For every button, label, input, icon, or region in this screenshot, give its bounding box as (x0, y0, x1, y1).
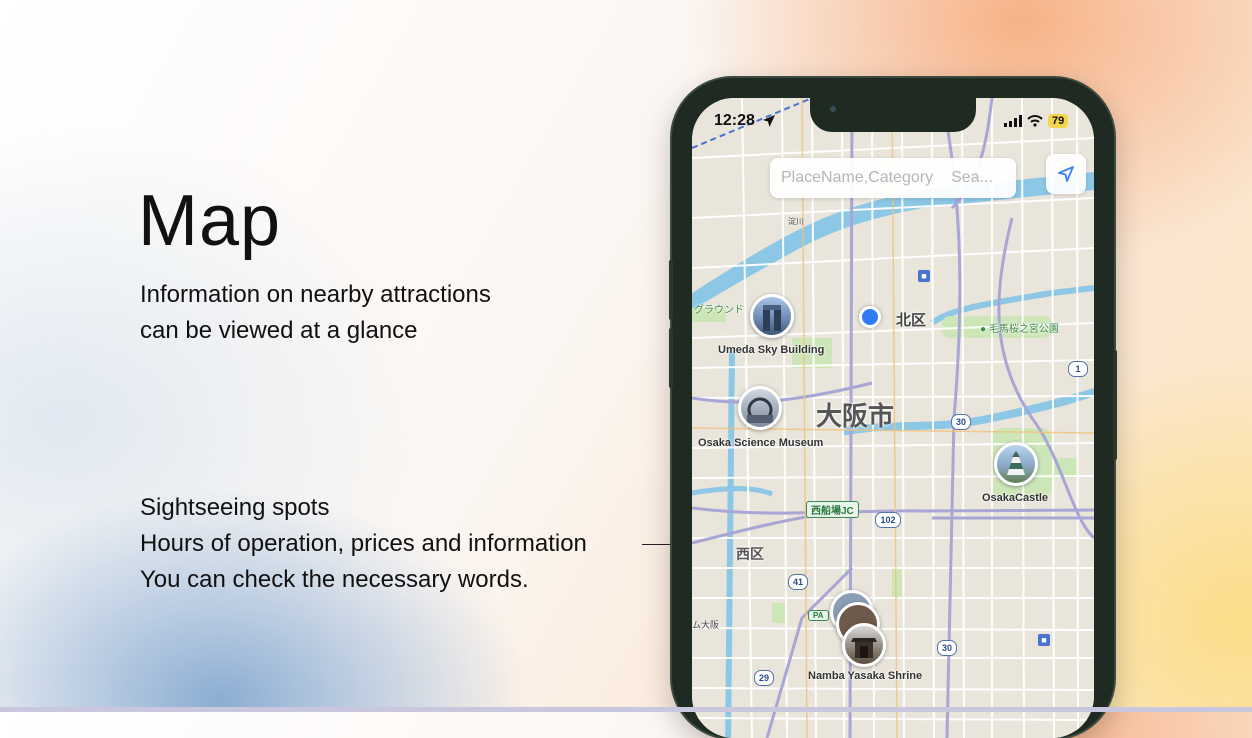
bus-stop-icon: ■ (918, 270, 930, 282)
attraction-pin-namba-yasaka-shrine[interactable] (842, 623, 886, 667)
map-label-park: ● 毛馬桜之宮公園 (980, 324, 1059, 335)
page-title: Map (138, 181, 282, 261)
description-line: Hours of operation, prices and informati… (140, 530, 587, 557)
volume-up-button (669, 260, 673, 320)
museum-photo-icon (747, 397, 773, 423)
map-label-ground: グラウンド (694, 305, 744, 316)
pin-label[interactable]: OsakaCastle (982, 492, 1048, 504)
phone-mockup: 12:28 79 PlaceName,Category Sea... グラウンド (669, 78, 1117, 738)
status-time: 12:28 (714, 112, 755, 129)
subtitle-line: Information on nearby attractions (140, 281, 491, 308)
user-location-marker (859, 306, 881, 328)
attraction-pin-osaka-science-museum[interactable] (738, 386, 782, 430)
route-shield: 102 (875, 512, 901, 528)
description-line: Sightseeing spots (140, 494, 330, 521)
bus-stop-icon: ■ (1038, 634, 1050, 646)
route-shield: 1 (1068, 361, 1088, 377)
pin-label[interactable]: Namba Yasaka Shrine (808, 670, 922, 682)
front-camera (830, 106, 836, 112)
junction-label: 西船場JC (806, 501, 859, 518)
description-line: You can check the necessary words. (140, 566, 529, 593)
castle-photo-icon (1007, 451, 1025, 475)
signal-icon (1004, 115, 1022, 127)
current-location-button[interactable] (1046, 154, 1086, 194)
phone-screen: 12:28 79 PlaceName,Category Sea... グラウンド (692, 98, 1094, 738)
route-shield: 41 (788, 574, 808, 590)
pin-label[interactable]: Osaka Science Museum (698, 437, 823, 449)
subtitle: Information on nearby attractions can be… (140, 277, 491, 349)
status-indicators: 79 (1004, 114, 1069, 128)
volume-down-button (669, 328, 673, 388)
subtitle-line: can be viewed at a glance (140, 317, 418, 344)
map-label-kita-ward: 北区 (896, 312, 927, 329)
attraction-pin-umeda-sky-building[interactable] (750, 294, 794, 338)
parking-area-label: PA (808, 610, 829, 621)
pin-label[interactable]: Umeda Sky Building (718, 344, 824, 356)
search-input[interactable]: PlaceName,Category Sea... (770, 158, 1016, 198)
wifi-icon (1027, 115, 1043, 127)
battery-indicator: 79 (1048, 114, 1069, 128)
route-shield: 30 (951, 414, 971, 430)
building-photo-icon (763, 305, 781, 331)
route-shield: 29 (754, 670, 774, 686)
attraction-pin-osaka-castle[interactable] (994, 442, 1038, 486)
map-label-nishi-ward: 西区 (736, 546, 764, 562)
map-label-osaka-city: 大阪市 (816, 401, 895, 431)
feature-description: Sightseeing spots Hours of operation, pr… (140, 490, 587, 598)
bottom-strip (0, 707, 1252, 712)
power-button (1113, 350, 1117, 460)
navigation-arrow-icon (1058, 166, 1074, 182)
search-placeholder: PlaceName,Category (781, 169, 934, 186)
map-label-ps: ム大阪 (692, 620, 720, 630)
shrine-photo-icon (851, 638, 877, 658)
search-button[interactable]: Sea... (951, 169, 993, 186)
location-arrow-icon (763, 115, 775, 127)
route-shield: 30 (937, 640, 957, 656)
notch (810, 98, 976, 132)
map-label-river: 淀川 (788, 217, 804, 226)
